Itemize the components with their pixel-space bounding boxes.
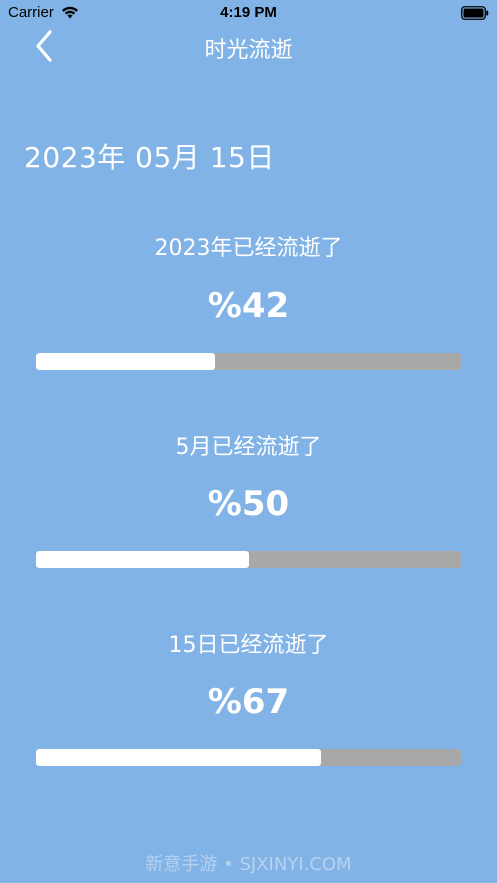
month-progress-bar: [36, 551, 461, 568]
year-progress-percent: %42: [207, 286, 290, 326]
watermark-text: 新意手游 • SJXINYI.COM: [145, 854, 352, 875]
month-progress-fill: [36, 551, 249, 568]
day-progress-percent: %67: [207, 682, 290, 722]
year-progress-label: 2023年已经流逝了: [154, 236, 343, 261]
year-progress-bar: [36, 353, 461, 370]
current-date: 2023年 05月 15日: [24, 141, 275, 174]
nav-bar: 时光流逝: [0, 26, 497, 66]
page-title: 时光流逝: [204, 38, 293, 63]
status-bar: Carrier 4:19 PM: [0, 0, 497, 26]
month-progress-label: 5月已经流逝了: [175, 435, 322, 460]
day-progress-fill: [36, 749, 321, 766]
day-progress-label: 15日已经流逝了: [168, 633, 329, 658]
battery-icon: [461, 6, 489, 20]
month-progress-percent: %50: [207, 484, 290, 524]
day-progress-bar: [36, 749, 461, 766]
year-progress-fill: [36, 353, 215, 370]
status-time: 4:19 PM: [220, 4, 277, 21]
